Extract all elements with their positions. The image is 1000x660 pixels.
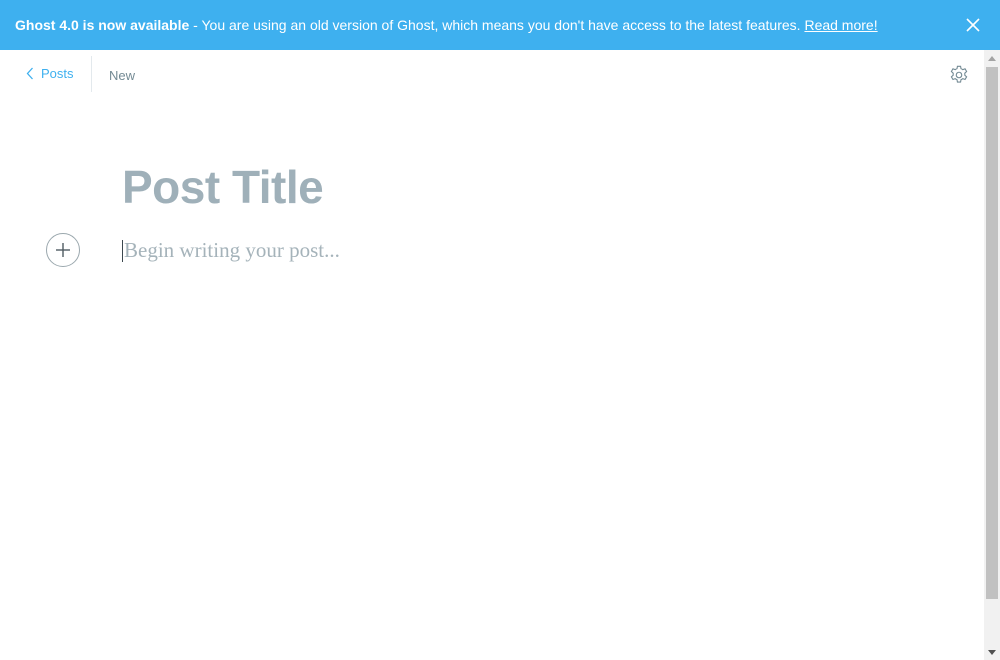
editor-topbar: Posts New [0, 50, 984, 100]
scrollbar-thumb[interactable] [986, 67, 998, 599]
vertical-scrollbar[interactable] [984, 50, 1000, 660]
banner-headline: Ghost 4.0 is now available [15, 17, 190, 33]
topbar-divider [91, 56, 92, 92]
scroll-up-icon[interactable] [984, 50, 1000, 66]
read-more-link[interactable]: Read more! [804, 17, 877, 33]
banner-message: - You are using an old version of Ghost,… [189, 17, 805, 33]
gear-icon[interactable] [948, 64, 970, 86]
chevron-left-icon [26, 67, 33, 80]
update-banner: Ghost 4.0 is now available - You are usi… [0, 0, 1000, 50]
plus-icon[interactable] [46, 233, 80, 267]
text-caret [122, 239, 123, 262]
post-body-editor[interactable]: Begin writing your post... [122, 238, 340, 263]
close-icon[interactable] [964, 16, 982, 34]
body-placeholder: Begin writing your post... [124, 238, 340, 262]
post-status: New [109, 68, 136, 83]
back-link-label: Posts [41, 66, 74, 81]
back-to-posts-link[interactable]: Posts [26, 66, 74, 81]
scroll-down-icon[interactable] [984, 644, 1000, 660]
post-title-input[interactable]: Post Title [122, 160, 324, 214]
